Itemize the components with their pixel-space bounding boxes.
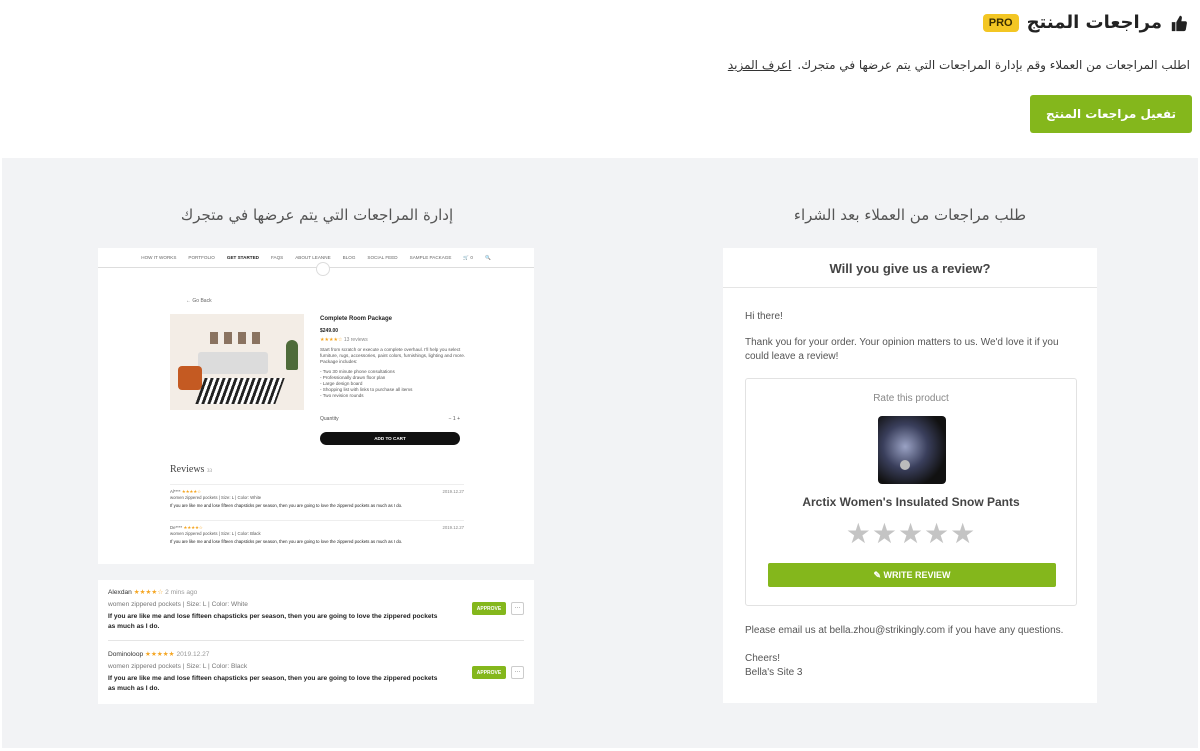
- reviewer-name: Al****: [170, 489, 181, 494]
- email-greeting: Hi there!: [745, 311, 783, 322]
- page-title: مراجعات المنتج: [1026, 12, 1162, 33]
- email-signoff: Cheers!: [745, 653, 781, 664]
- email-contact: Please email us at bella.zhou@strikingly…: [745, 625, 1064, 636]
- product-image: [170, 314, 304, 410]
- review-text: If you are like me and lose fifteen chap…: [170, 539, 403, 544]
- cart-icon: 🛒 0: [463, 254, 473, 260]
- plant-shape: [286, 340, 298, 370]
- approve-button[interactable]: APPROVE: [472, 602, 506, 615]
- rug-shape: [195, 378, 285, 404]
- sofa-shape: [198, 352, 268, 374]
- review-text: If you are like me and lose fifteen chap…: [108, 613, 438, 630]
- review-date: 2019.12.27: [176, 651, 210, 658]
- review-meta: women zippered pockets | Size: L | Color…: [170, 531, 261, 536]
- reviews-heading-text: Reviews: [170, 464, 205, 475]
- quantity-label: Quantity: [320, 416, 339, 422]
- reviewer-name: Dominoloop: [108, 651, 144, 658]
- chair-shape: [178, 366, 202, 390]
- nav-item: ABOUT LEANNE: [295, 255, 331, 260]
- storefront-preview: HOW IT WORKS PORTFOLIO GET STARTED FAQS …: [98, 248, 534, 564]
- rate-label: Rate this product: [873, 393, 949, 404]
- review-request-email: Will you give us a review? Hi there! Tha…: [723, 248, 1097, 703]
- wall-frames: [210, 332, 266, 344]
- admin-review-row: Alexdan ★★★★☆ 2 mins ago women zippered …: [108, 588, 524, 632]
- quantity-row: Quantity − 1 +: [320, 416, 460, 422]
- rating-stars: ★★★★☆: [320, 337, 343, 343]
- review-date: 2 mins ago: [165, 589, 198, 596]
- title-row: مراجعات المنتج PRO: [982, 12, 1188, 33]
- product-price: $249.00: [320, 328, 339, 334]
- write-review-button[interactable]: ✎ WRITE REVIEW: [768, 563, 1056, 587]
- request-reviews-title: طلب مراجعات من العملاء بعد الشراء: [793, 206, 1027, 224]
- product-thumbnail: [878, 416, 946, 484]
- product-name: Arctix Women's Insulated Snow Pants: [802, 495, 1020, 509]
- product-info: Complete Room Package $249.00 ★★★★☆ 13 r…: [320, 316, 470, 399]
- page-header: مراجعات المنتج PRO اطلب المراجعات من الع…: [0, 0, 1200, 158]
- manage-reviews-title: إدارة المراجعات التي يتم عرضها في متجرك: [180, 206, 454, 224]
- review-stars: ★★★★☆: [181, 489, 201, 494]
- pro-badge: PRO: [982, 13, 1019, 32]
- review-stars: ★★★★☆: [133, 589, 164, 596]
- review-meta: women zippered pockets | Size: L | Color…: [170, 495, 262, 500]
- email-body: Thank you for your order. Your opinion m…: [745, 337, 1059, 362]
- more-options-button[interactable]: ···: [511, 666, 524, 679]
- nav-item: GET STARTED: [226, 255, 259, 260]
- nav-item: SAMPLE PACKAGE: [409, 255, 452, 260]
- product-list: - Two 30 minute phone consultations - Pr…: [320, 369, 470, 399]
- go-back-link: ← Go Back: [186, 298, 212, 304]
- nav-item: BLOG: [342, 255, 356, 260]
- review-stars: ★★★★☆: [183, 525, 203, 530]
- search-icon: 🔍: [484, 254, 491, 260]
- product-name: Complete Room Package: [320, 316, 393, 322]
- email-site-name: Bella's Site 3: [745, 667, 803, 678]
- preview-panel: إدارة المراجعات التي يتم عرضها في متجرك …: [2, 158, 1198, 748]
- reviews-heading: Reviews 33: [170, 464, 212, 475]
- site-review: Al**** ★★★★☆ 2019.12.27 women zippered p…: [170, 484, 464, 508]
- review-meta: women zippered pockets | Size: L | Color…: [108, 663, 248, 670]
- description: اطلب المراجعات من العملاء وقم بإدارة الم…: [728, 58, 1190, 72]
- nav-item: SOCIAL FEED: [367, 255, 398, 260]
- review-text: If you are like me and lose fifteen chap…: [170, 503, 403, 508]
- product-rating: ★★★★☆ 13 reviews: [320, 337, 470, 343]
- more-options-button[interactable]: ···: [511, 602, 524, 615]
- divider: [108, 640, 524, 641]
- quantity-stepper: − 1 +: [448, 416, 460, 422]
- star-rating-input[interactable]: ★★★★★: [746, 517, 1076, 550]
- rate-product-card: Rate this product Arctix Women's Insulat…: [745, 378, 1077, 606]
- product-description: Start from scratch or execute a complete…: [320, 347, 466, 364]
- product-image-detail: [900, 460, 910, 470]
- nav-item: FAQS: [270, 255, 284, 260]
- review-count: 13 reviews: [343, 337, 368, 343]
- approve-button[interactable]: APPROVE: [472, 666, 506, 679]
- review-stars: ★★★★★: [145, 651, 175, 658]
- thumbs-up-icon: [1171, 15, 1187, 31]
- nav-item: HOW IT WORKS: [141, 255, 177, 260]
- description-text: اطلب المراجعات من العملاء وقم بإدارة الم…: [797, 58, 1190, 72]
- reviewer-name: Alexdan: [108, 589, 132, 596]
- review-date: 2019.12.27: [442, 489, 464, 494]
- admin-reviews-panel: Alexdan ★★★★☆ 2 mins ago women zippered …: [98, 580, 534, 704]
- review-text: If you are like me and lose fifteen chap…: [108, 675, 438, 692]
- activate-reviews-button[interactable]: تفعيل مراجعات المنتج: [1030, 95, 1192, 133]
- site-logo: [316, 262, 330, 276]
- site-review: De**** ★★★★☆ 2019.12.27 women zippered p…: [170, 520, 464, 544]
- review-meta: women zippered pockets | Size: L | Color…: [108, 601, 248, 608]
- reviewer-name: De****: [170, 525, 183, 530]
- add-to-cart-button: ADD TO CART: [320, 432, 460, 445]
- admin-review-row: Dominoloop ★★★★★ 2019.12.27 women zipper…: [108, 650, 524, 694]
- learn-more-link[interactable]: اعرف المزيد: [728, 58, 792, 72]
- email-heading: Will you give us a review?: [723, 248, 1097, 288]
- list-item: - Two revision rounds: [320, 393, 364, 398]
- reviews-heading-count: 33: [206, 469, 212, 474]
- nav-item: PORTFOLIO: [188, 255, 215, 260]
- review-date: 2019.12.27: [442, 525, 464, 530]
